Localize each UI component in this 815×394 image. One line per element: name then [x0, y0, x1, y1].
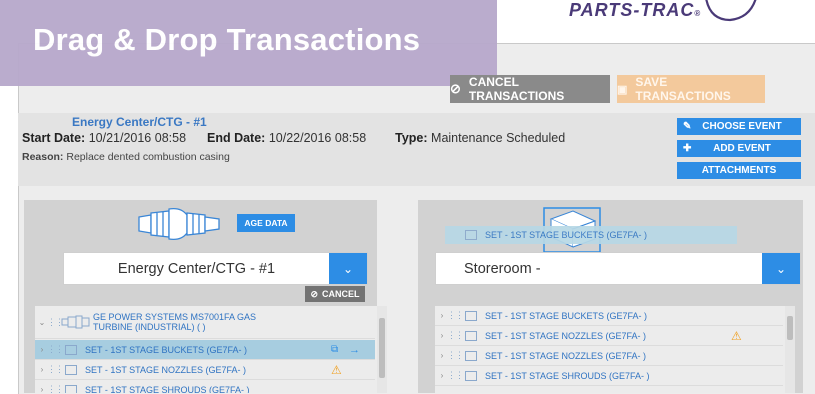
part-box-icon [465, 370, 477, 381]
destination-location-select[interactable]: Storeroom - ⌄ [435, 252, 801, 285]
title-banner: Drag & Drop Transactions [0, 0, 497, 86]
logo-swoosh-icon [705, 0, 757, 22]
drag-handle-icon[interactable]: ⋮⋮ [47, 364, 64, 375]
drag-handle-icon[interactable]: ⋮⋮ [47, 344, 64, 355]
event-title: Energy Center/CTG - #1 [72, 115, 207, 129]
pencil-icon: ✎ [683, 121, 692, 132]
event-dates-line: Start Date: 10/21/2016 08:58 End Date: 1… [22, 131, 566, 145]
part-box-icon [465, 230, 477, 240]
event-type: Maintenance Scheduled [431, 131, 566, 145]
event-reason: Reason: Replace dented combustion casing [22, 151, 230, 163]
cancel-circle-icon: ⊘ [450, 81, 461, 96]
choose-event-button[interactable]: ✎ CHOOSE EVENT [677, 118, 801, 135]
scrollbar[interactable] [377, 306, 387, 393]
chevron-right-icon[interactable]: › [37, 365, 47, 374]
chevron-right-icon[interactable]: › [37, 385, 47, 393]
parts-trac-logo: PARTS-TRAC® [569, 0, 702, 20]
part-box-icon [465, 330, 477, 341]
cancel-button[interactable]: ⊘ CANCEL [305, 286, 365, 302]
start-date: 10/21/2016 08:58 [88, 131, 187, 145]
chevron-right-icon[interactable]: › [437, 351, 447, 360]
save-transactions-button[interactable]: ▣ SAVE TRANSACTIONS [617, 75, 765, 103]
chevron-down-icon[interactable]: ⌄ [37, 318, 47, 327]
scrollbar[interactable] [785, 306, 795, 393]
source-location-select[interactable]: Energy Center/CTG - #1 ⌄ [63, 252, 368, 285]
drag-handle-icon[interactable]: ⋮⋮ [447, 370, 464, 381]
tree-item-row[interactable]: › ⋮⋮ SET - 1ST STAGE NOZZLES (GE7FA- ) ⚠ [435, 326, 783, 346]
drag-ghost-row: SET - 1ST STAGE BUCKETS (GE7FA- ) [445, 226, 737, 244]
cancel-transactions-button[interactable]: ⊘ CANCEL TRANSACTIONS [450, 75, 610, 103]
part-box-icon [65, 384, 77, 393]
chevron-right-icon[interactable]: › [437, 371, 447, 380]
scrollbar-thumb[interactable] [379, 318, 385, 378]
copy-icon[interactable]: ⧉ [331, 344, 338, 355]
chevron-right-icon[interactable]: › [37, 345, 47, 354]
tree-item-row[interactable]: › ⋮⋮ SET - 1ST STAGE BUCKETS (GE7FA- ) ⧉… [35, 340, 375, 360]
gas-turbine-icon [138, 207, 220, 241]
cancel-circle-icon: ⊘ [310, 288, 319, 299]
tree-item-row[interactable]: › ⋮⋮ SET - 1ST STAGE BUCKETS (GE7FA- ) [435, 306, 783, 326]
age-data-button[interactable]: AGE DATA [237, 214, 295, 232]
chevron-down-icon[interactable]: ⌄ [762, 253, 800, 284]
chevron-down-icon[interactable]: ⌄ [329, 253, 367, 284]
warning-icon: ⚠ [731, 328, 742, 343]
arrow-right-icon[interactable]: → [349, 344, 360, 356]
tree-item-row[interactable]: › ⋮⋮ SET - 1ST STAGE NOZZLES (GE7FA- ) [435, 346, 783, 366]
drag-handle-icon[interactable]: ⋮⋮ [447, 330, 464, 341]
tree-item-row[interactable]: › ⋮⋮ SET - 1ST STAGE SHROUDS (GE7FA- ) [435, 366, 783, 386]
drag-handle-icon[interactable]: ⋮⋮ [447, 310, 464, 321]
attachments-button[interactable]: ATTACHMENTS [677, 162, 801, 179]
chevron-right-icon[interactable]: › [437, 331, 447, 340]
tree-item-row[interactable]: › ⋮⋮ SET - 1ST STAGE SHROUDS (GE7FA- ) [35, 380, 375, 393]
tree-item-row[interactable]: › ⋮⋮ SET - 1ST STAGE NOZZLES (GE7FA- ) ⚠ [35, 360, 375, 380]
drag-handle-icon[interactable]: ⋮⋮ [47, 384, 64, 393]
part-box-icon [65, 364, 77, 375]
destination-tree: › ⋮⋮ SET - 1ST STAGE BUCKETS (GE7FA- ) ›… [435, 306, 795, 393]
part-box-icon [465, 310, 477, 321]
part-box-icon [65, 344, 77, 355]
tree-root-row[interactable]: ⌄ ⋮⋮ GE POWER SYSTEMS MS7001FA GAS TURBI… [35, 306, 375, 339]
plus-icon: ✚ [683, 143, 692, 154]
banner-title: Drag & Drop Transactions [33, 22, 421, 57]
turbine-small-icon [61, 315, 90, 329]
end-date: 10/22/2016 08:58 [268, 131, 367, 145]
add-event-button[interactable]: ✚ ADD EVENT [677, 140, 801, 157]
drag-handle-icon[interactable]: ⋮⋮ [447, 350, 464, 361]
chevron-right-icon[interactable]: › [437, 311, 447, 320]
scrollbar-thumb[interactable] [787, 316, 793, 340]
warning-icon: ⚠ [331, 362, 342, 377]
part-box-icon [465, 350, 477, 361]
save-disk-icon: ▣ [617, 83, 628, 96]
source-tree: ⌄ ⋮⋮ GE POWER SYSTEMS MS7001FA GAS TURBI… [35, 306, 387, 393]
drag-handle-icon[interactable]: ⋮⋮ [47, 317, 64, 328]
